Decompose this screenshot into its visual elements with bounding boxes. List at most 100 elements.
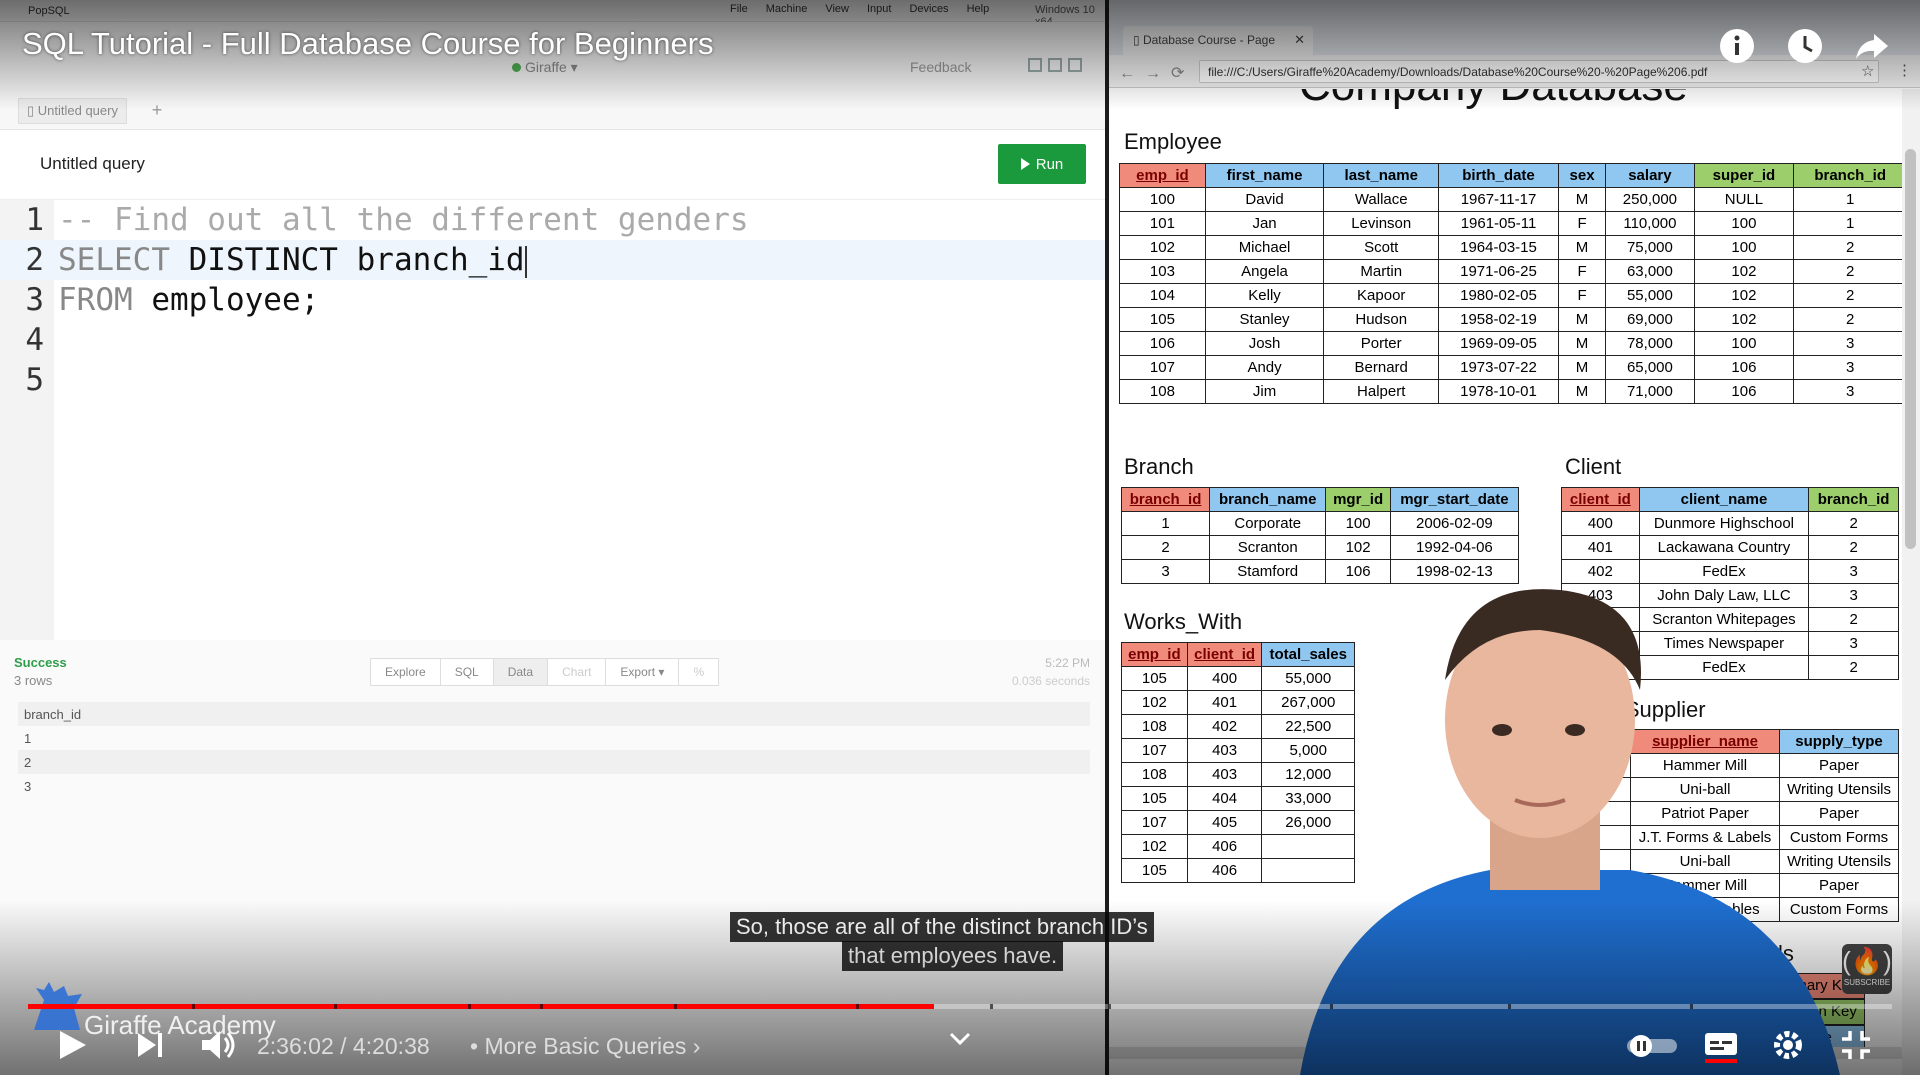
- autoplay-toggle[interactable]: [1625, 1025, 1679, 1065]
- table-cell: 2: [1793, 283, 1907, 308]
- play-icon[interactable]: [54, 1025, 90, 1065]
- editor-line: 5: [0, 360, 1105, 400]
- watch-later-icon[interactable]: [1785, 26, 1825, 66]
- table-row: 108 Jim Halpert 1978-10-01 M 71,000 106 3: [1119, 379, 1907, 404]
- new-tab-button[interactable]: +: [146, 100, 168, 122]
- column-header: birth_date: [1438, 163, 1559, 188]
- table-row: 100 David Wallace 1967-11-17 M 250,000 NULL 1: [1119, 187, 1907, 212]
- tab-data[interactable]: Data: [493, 659, 549, 685]
- next-icon[interactable]: [132, 1025, 168, 1065]
- layout-bottom-icon[interactable]: [1048, 58, 1062, 72]
- nav-buttons[interactable]: ←→⟳: [1119, 63, 1194, 83]
- subscribe-watermark[interactable]: (🔥) SUBSCRIBE: [1842, 944, 1892, 994]
- layout-right-icon[interactable]: [1068, 58, 1082, 72]
- table-cell: 2: [1793, 307, 1907, 332]
- time-current: 2:36:02: [257, 1033, 334, 1059]
- vm-menu-devices[interactable]: Devices: [909, 3, 948, 15]
- vm-menu-input[interactable]: Input: [867, 3, 891, 15]
- time-separator: /: [340, 1033, 347, 1059]
- column-header: first_name: [1204, 163, 1325, 188]
- url-field[interactable]: file:///C:/Users/Giraffe%20Academy/Downl…: [1199, 60, 1879, 83]
- table-cell: F: [1557, 211, 1607, 236]
- column-header: client_name: [1638, 487, 1810, 512]
- layout-left-icon[interactable]: [1028, 58, 1042, 72]
- table-cell: Andy: [1204, 355, 1325, 380]
- browser-tab[interactable]: ▯ Database Course - Page ✕: [1123, 26, 1313, 55]
- tab-explore[interactable]: Explore: [371, 659, 441, 685]
- table-row: 103 Angela Martin 1971-06-25 F 63,000 102 2: [1119, 259, 1907, 284]
- status-dot: [512, 63, 521, 72]
- vm-menu-help[interactable]: Help: [967, 3, 990, 15]
- table-row: 102 Michael Scott 1964-03-15 M 75,000 100 2: [1119, 235, 1907, 260]
- branch-title: Branch: [1124, 454, 1194, 479]
- text-cursor: [524, 245, 527, 278]
- query-title[interactable]: Untitled query: [40, 154, 145, 174]
- table-header-row: emp_id first_name last_name birth_date sex sa…: [1119, 163, 1907, 188]
- table-cell: 1: [1793, 211, 1907, 236]
- tab-export[interactable]: Export ▾: [606, 659, 680, 685]
- column-header: salary: [1605, 163, 1695, 188]
- chapter-marker: [540, 1004, 543, 1009]
- video-title[interactable]: SQL Tutorial - Full Database Course for …: [22, 26, 714, 62]
- vm-menu-machine[interactable]: Machine: [766, 3, 808, 15]
- chapter-title[interactable]: • More Basic Queries ›: [470, 1033, 700, 1060]
- subtitles-icon[interactable]: [1703, 1025, 1739, 1065]
- caption-line-1: So, those are all of the distinct branch…: [730, 912, 1154, 942]
- settings-icon[interactable]: [1770, 1025, 1806, 1065]
- chapter-marker: [856, 1004, 859, 1009]
- share-icon[interactable]: [1852, 26, 1892, 66]
- vm-menu-file[interactable]: File: [730, 3, 748, 15]
- table-cell: 78,000: [1605, 331, 1695, 356]
- table-cell: Levinson: [1323, 211, 1440, 236]
- feedback-link[interactable]: Feedback: [910, 59, 971, 75]
- table-cell: 105: [1119, 307, 1206, 332]
- table-cell: 108: [1121, 714, 1188, 739]
- table-cell: 102: [1121, 834, 1188, 859]
- table-cell: 100: [1119, 187, 1206, 212]
- menu-icon[interactable]: ⋮: [1897, 61, 1912, 79]
- table-cell: 400: [1561, 511, 1640, 536]
- browser-tab-title: Database Course - Page: [1142, 33, 1276, 47]
- close-icon[interactable]: ✕: [1294, 32, 1305, 48]
- query-tab[interactable]: ▯ Untitled query: [18, 98, 127, 124]
- info-icon[interactable]: [1717, 26, 1757, 66]
- pdf-scroll-thumb[interactable]: [1905, 149, 1916, 549]
- table-cell: Kelly: [1204, 283, 1325, 308]
- tab-link[interactable]: %: [679, 659, 718, 685]
- vm-menu-view[interactable]: View: [825, 3, 849, 15]
- table-cell: M: [1557, 379, 1607, 404]
- table-cell: 1964-03-15: [1438, 235, 1559, 260]
- table-cell: 104: [1119, 283, 1206, 308]
- table-cell: 102: [1121, 690, 1188, 715]
- table-row: 401 Lackawana Country 2: [1561, 535, 1899, 560]
- line-number: 4: [25, 322, 44, 358]
- chevron-down-icon[interactable]: [948, 1030, 972, 1048]
- sql-editor[interactable]: 1 -- Find out all the different genders …: [0, 200, 1105, 640]
- table-header-row: branch_id branch_name mgr_id mgr_start_date: [1120, 487, 1520, 512]
- code-rest: DISTINCT branch_id: [169, 242, 525, 278]
- table-cell: 2: [1120, 535, 1211, 560]
- video-player[interactable]: PopSQL File Machine View Input Devices H…: [0, 0, 1920, 1075]
- column-header: client_id: [1561, 487, 1640, 512]
- table-cell: 2: [1808, 535, 1899, 560]
- table-cell: M: [1557, 355, 1607, 380]
- editor-line: 4: [0, 320, 1105, 360]
- result-duration: 0.036 seconds: [1011, 674, 1090, 688]
- chapter-marker: [1330, 1004, 1333, 1009]
- code-text: FROM employee;: [58, 280, 319, 320]
- table-cell: 2006-02-09: [1389, 511, 1520, 536]
- exit-fullscreen-icon[interactable]: [1838, 1025, 1874, 1065]
- column-header: branch_id: [1120, 487, 1211, 512]
- code-camp-icon: (🔥): [1842, 946, 1892, 976]
- vm-menus: File Machine View Input Devices Help: [730, 3, 989, 15]
- tab-sql[interactable]: SQL: [441, 659, 494, 685]
- table-cell: 107: [1119, 355, 1206, 380]
- tab-chart[interactable]: Chart: [548, 659, 607, 685]
- run-button[interactable]: Run: [998, 144, 1086, 184]
- volume-icon[interactable]: [198, 1025, 238, 1065]
- column-header: sex: [1557, 163, 1607, 188]
- query-title-bar: Untitled query Run: [0, 130, 1105, 200]
- table-cell: Jim: [1204, 379, 1325, 404]
- table-header-row: client_id client_name branch_id: [1561, 487, 1899, 512]
- result-row: 1: [24, 731, 32, 746]
